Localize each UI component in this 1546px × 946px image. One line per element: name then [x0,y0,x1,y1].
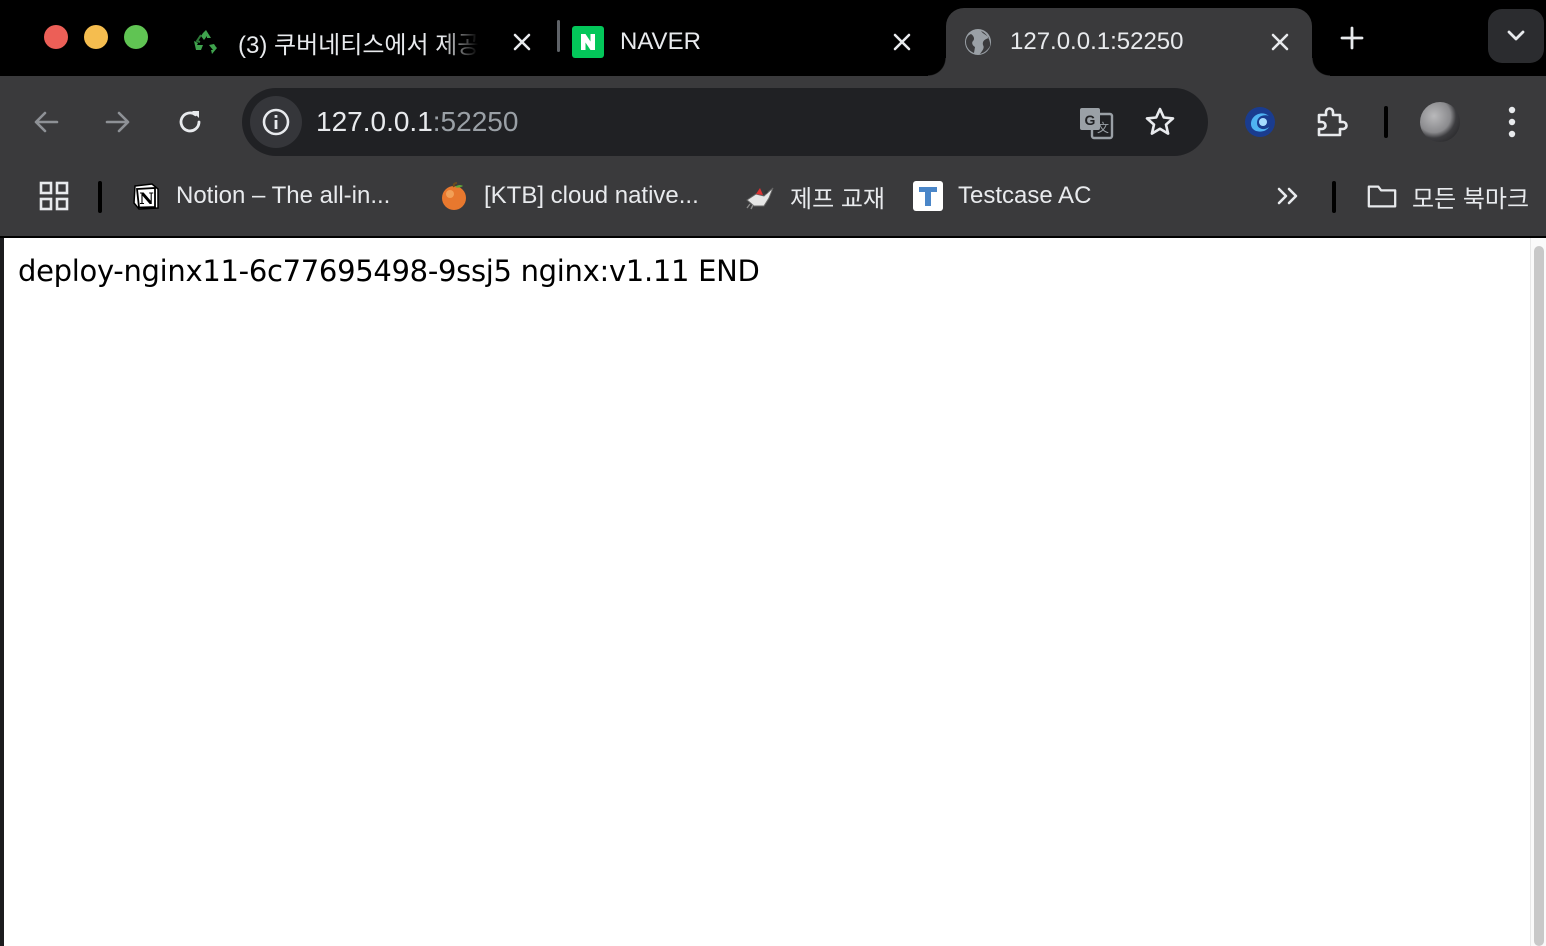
reload-icon [179,111,201,133]
testcase-t-icon [912,180,944,212]
window-minimize-button[interactable] [84,25,108,49]
browser-window: (3) 쿠버네티스에서 제공하 NAVER 127.0.0.1:52250 12… [0,0,1546,946]
globe-icon [962,26,994,58]
arrow-right-icon [105,111,130,133]
chevron-down-icon [1507,30,1525,41]
extensions-puzzle-icon[interactable] [1312,102,1352,142]
bookmark-label: 모든 북마크 [1412,185,1530,213]
site-info-button[interactable] [250,96,302,148]
close-tab-icon[interactable] [886,26,918,58]
url-port: :52250 [432,106,519,137]
url-text[interactable]: 127.0.0.1:52250 [316,106,518,138]
page-viewport: deploy-nginx11-6c77695498-9ssj5 nginx:v1… [4,238,1546,946]
recycle-icon [190,26,222,58]
translate-icon[interactable]: G 文 [1078,104,1114,140]
profile-avatar[interactable] [1420,102,1460,142]
bookmark-label: [KTB] cloud native... [484,182,699,209]
tab-kubernetes[interactable]: (3) 쿠버네티스에서 제공하 [190,8,550,76]
svg-text:文: 文 [1097,120,1109,135]
close-tab-icon[interactable] [1264,26,1296,58]
reload-button[interactable] [170,102,210,142]
notion-icon: N [130,180,162,212]
tab-separator [557,20,560,52]
url-host: 127.0.0.1 [316,106,433,137]
bookmark-jeff[interactable]: 제프 교재 [744,176,885,216]
plus-icon [1340,26,1364,50]
bookmark-notion[interactable]: N Notion – The all-in... [130,176,390,216]
arrow-left-icon [34,111,59,133]
close-tab-icon[interactable] [506,26,538,58]
bookmarks-separator [98,181,102,213]
tab-naver[interactable]: NAVER [572,8,932,76]
address-bar[interactable]: 127.0.0.1:52250 G 文 [242,88,1208,156]
bookmark-testcase[interactable]: Testcase AC [912,176,1091,216]
tab-title: (3) 쿠버네티스에서 제공하 [238,31,478,59]
tab-title: 127.0.0.1:52250 [1010,28,1184,55]
more-bookmarks-icon[interactable] [1270,178,1306,214]
bookmark-label: Testcase AC [958,182,1092,209]
scrollbar-thumb[interactable] [1534,246,1544,946]
info-icon [262,108,290,136]
tab-title: NAVER [620,28,701,55]
back-button[interactable] [26,102,66,142]
forward-button[interactable] [98,102,138,142]
new-tab-button[interactable] [1334,20,1370,56]
window-close-button[interactable] [44,25,68,49]
tab-localhost[interactable]: 127.0.0.1:52250 [928,8,1330,76]
bookmark-ktb[interactable]: [KTB] cloud native... [438,176,699,216]
vertical-scrollbar[interactable] [1530,238,1546,946]
toolbar-separator [1384,106,1388,138]
window-maximize-button[interactable] [124,25,148,49]
page-body-text: deploy-nginx11-6c77695498-9ssj5 nginx:v1… [18,254,760,288]
tab-search-button[interactable] [1488,9,1544,63]
naver-icon [572,26,604,58]
bookmark-star-icon[interactable] [1142,104,1178,140]
svg-text:N: N [139,189,154,208]
more-menu-icon[interactable] [1492,102,1532,142]
extension-swirl-icon[interactable] [1240,102,1280,142]
svg-text:G: G [1085,112,1096,128]
bird-icon [744,180,776,212]
tab-strip: (3) 쿠버네티스에서 제공하 NAVER 127.0.0.1:52250 [0,0,1546,76]
all-bookmarks-folder[interactable]: 모든 북마크 [1366,176,1529,216]
bookmarks-separator [1332,181,1336,213]
bookmark-label: Notion – The all-in... [176,182,391,209]
apps-grid-icon[interactable] [36,178,72,214]
toolbar: 127.0.0.1:52250 G 文 N Notion – The all-i… [0,76,1546,236]
bookmark-label: 제프 교재 [790,185,885,213]
folder-icon [1366,180,1398,212]
orange-fruit-icon [438,180,470,212]
